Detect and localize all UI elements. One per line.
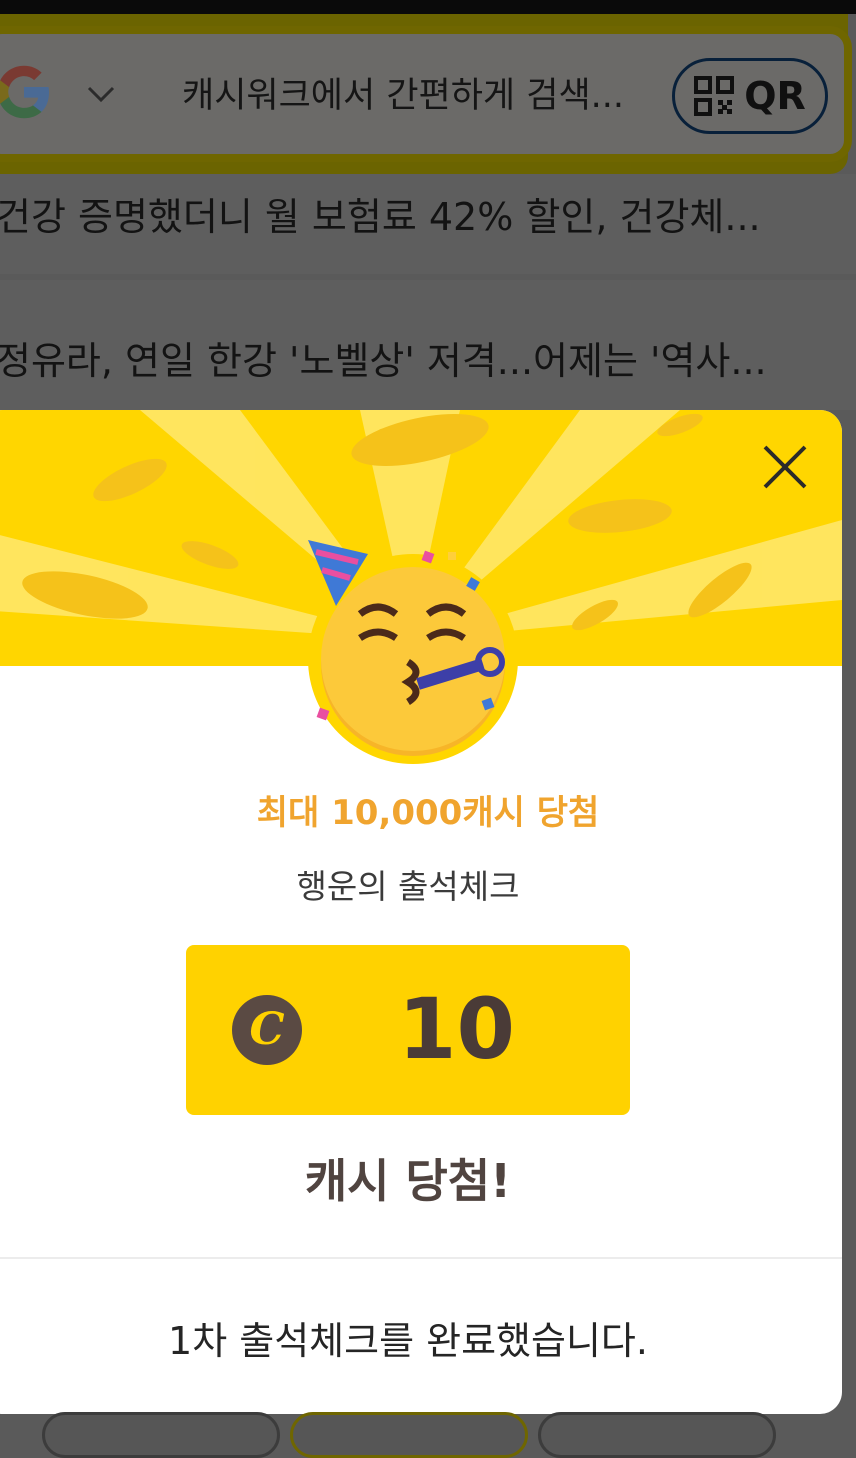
news-title[interactable]: 건강 증명했더니 월 보험료 42% 할인, 건강체... [0, 186, 816, 241]
qr-code-icon [694, 76, 735, 116]
completion-message: 1차 출석체크를 완료했습니다. [168, 1319, 648, 1363]
qr-button[interactable]: QR [672, 58, 828, 134]
partying-face-emoji [308, 540, 518, 764]
event-name: 행운의 출석체크 [296, 867, 520, 906]
close-icon[interactable] [758, 440, 812, 494]
win-result: 캐시 당첨! [304, 1154, 512, 1208]
bottom-nav-item[interactable] [42, 1412, 280, 1458]
news-title[interactable]: 정유라, 연일 한강 '노벨상' 저격...어제는 '역사... [0, 330, 816, 385]
bottom-nav-item[interactable] [290, 1412, 528, 1458]
google-g-icon[interactable] [0, 62, 54, 122]
status-bar [0, 0, 856, 14]
max-reward-headline: 최대 10,000캐시 당첨 [256, 793, 600, 833]
divider [0, 1257, 842, 1259]
chevron-down-icon[interactable] [86, 84, 116, 104]
search-input[interactable]: 캐시워크에서 간편하게 검색... [182, 76, 652, 116]
qr-label: QR [744, 74, 806, 118]
cash-amount: 10 [398, 980, 515, 1078]
bottom-nav-item[interactable] [538, 1412, 776, 1458]
cash-coin-icon: C [232, 995, 302, 1065]
